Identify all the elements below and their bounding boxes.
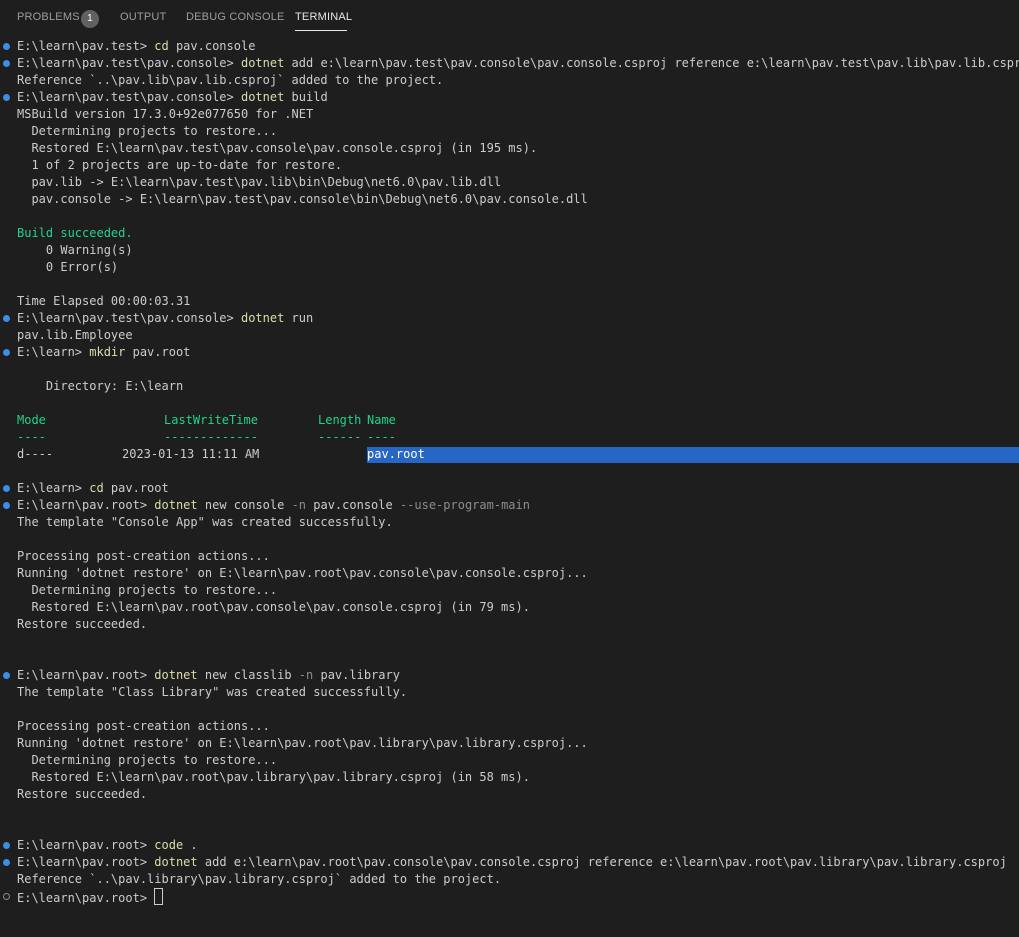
terminal-line: Reference `..\pav.library\pav.library.cs… bbox=[17, 872, 502, 886]
tab-output[interactable]: OUTPUT bbox=[120, 11, 166, 23]
terminal-prompt-line[interactable]: E:\learn\pav.root> bbox=[17, 888, 164, 905]
terminal-line: E:\learn> cd pav.root bbox=[17, 481, 169, 495]
tab-problems[interactable]: PROBLEMS bbox=[17, 11, 80, 23]
terminal-line: E:\learn\pav.root> dotnet new console -n… bbox=[17, 498, 530, 512]
command-decoration-icon[interactable] bbox=[3, 349, 10, 356]
terminal-line: Restored E:\learn\pav.root\pav.library\p… bbox=[17, 770, 530, 784]
command-decoration-icon[interactable] bbox=[3, 842, 10, 849]
tab-terminal[interactable]: TERMINAL bbox=[295, 11, 352, 23]
column-divider: ------ bbox=[318, 430, 362, 444]
column-header-lastwritetime: LastWriteTime bbox=[164, 413, 258, 427]
command-decoration-icon[interactable] bbox=[3, 94, 10, 101]
column-header-length: Length bbox=[318, 413, 362, 427]
terminal-line: Time Elapsed 00:00:03.31 bbox=[17, 294, 191, 308]
column-header-mode: Mode bbox=[17, 413, 46, 427]
panel-tab-bar: PROBLEMS 1 OUTPUT DEBUG CONSOLE TERMINAL bbox=[0, 0, 1019, 36]
terminal-cursor bbox=[154, 888, 164, 905]
terminal-line: Determining projects to restore... bbox=[17, 124, 278, 138]
terminal-output[interactable]: E:\learn\pav.test> cd pav.console E:\lea… bbox=[0, 38, 1019, 937]
column-divider: ---- bbox=[367, 430, 396, 444]
terminal-line: Directory: E:\learn bbox=[17, 379, 184, 393]
text-selection-highlight bbox=[367, 447, 1019, 463]
column-header-name: Name bbox=[367, 413, 396, 427]
terminal-line: E:\learn> mkdir pav.root bbox=[17, 345, 191, 359]
terminal-line: Determining projects to restore... bbox=[17, 753, 278, 767]
terminal-line: Processing post-creation actions... bbox=[17, 549, 270, 563]
command-decoration-icon[interactable] bbox=[3, 60, 10, 67]
command-decoration-icon[interactable] bbox=[3, 672, 10, 679]
command-decoration-icon[interactable] bbox=[3, 43, 10, 50]
terminal-line: 1 of 2 projects are up-to-date for resto… bbox=[17, 158, 343, 172]
terminal-line: pav.lib -> E:\learn\pav.test\pav.lib\bin… bbox=[17, 175, 502, 189]
terminal-line: 0 Error(s) bbox=[17, 260, 119, 274]
terminal-line: 0 Warning(s) bbox=[17, 243, 133, 257]
terminal-line: E:\learn\pav.root> dotnet add e:\learn\p… bbox=[17, 855, 1007, 869]
problems-count-badge: 1 bbox=[81, 10, 99, 28]
terminal-line: Processing post-creation actions... bbox=[17, 719, 270, 733]
terminal-line: Determining projects to restore... bbox=[17, 583, 278, 597]
active-tab-indicator bbox=[295, 30, 347, 31]
terminal-line: pav.console -> E:\learn\pav.test\pav.con… bbox=[17, 192, 588, 206]
command-decoration-icon[interactable] bbox=[3, 859, 10, 866]
terminal-line: Reference `..\pav.lib\pav.lib.csproj` ad… bbox=[17, 73, 444, 87]
dir-entry-date: 2023-01-13 11:11 AM bbox=[122, 447, 260, 461]
command-decoration-icon[interactable] bbox=[3, 315, 10, 322]
terminal-line: E:\learn\pav.test> cd pav.console bbox=[17, 39, 256, 53]
terminal-line: E:\learn\pav.test\pav.console> dotnet ad… bbox=[17, 56, 1019, 70]
terminal-line: The template "Console App" was created s… bbox=[17, 515, 393, 529]
terminal-line: E:\learn\pav.test\pav.console> dotnet ru… bbox=[17, 311, 314, 325]
terminal-line: pav.lib.Employee bbox=[17, 328, 133, 342]
terminal-line: E:\learn\pav.root> dotnet new classlib -… bbox=[17, 668, 400, 682]
build-succeeded-text: Build succeeded. bbox=[17, 226, 133, 240]
terminal-line: The template "Class Library" was created… bbox=[17, 685, 408, 699]
terminal-line: Running 'dotnet restore' on E:\learn\pav… bbox=[17, 736, 588, 750]
dir-entry-mode: d---- bbox=[17, 447, 54, 461]
terminal-line: Restore succeeded. bbox=[17, 787, 148, 801]
terminal-line: MSBuild version 17.3.0+92e077650 for .NE… bbox=[17, 107, 314, 121]
command-decoration-icon[interactable] bbox=[3, 502, 10, 509]
column-divider: ------------- bbox=[164, 430, 258, 444]
column-divider: ---- bbox=[17, 430, 46, 444]
terminal-line: Running 'dotnet restore' on E:\learn\pav… bbox=[17, 566, 588, 580]
terminal-line: Restore succeeded. bbox=[17, 617, 148, 631]
terminal-line: E:\learn\pav.root> code . bbox=[17, 838, 198, 852]
terminal-line: Restored E:\learn\pav.root\pav.console\p… bbox=[17, 600, 530, 614]
dir-entry-name: pav.root bbox=[367, 447, 425, 461]
command-decoration-icon[interactable] bbox=[3, 893, 10, 900]
terminal-line: E:\learn\pav.test\pav.console> dotnet bu… bbox=[17, 90, 328, 104]
tab-debug-console[interactable]: DEBUG CONSOLE bbox=[186, 11, 285, 23]
command-decoration-icon[interactable] bbox=[3, 485, 10, 492]
terminal-line: Restored E:\learn\pav.test\pav.console\p… bbox=[17, 141, 538, 155]
